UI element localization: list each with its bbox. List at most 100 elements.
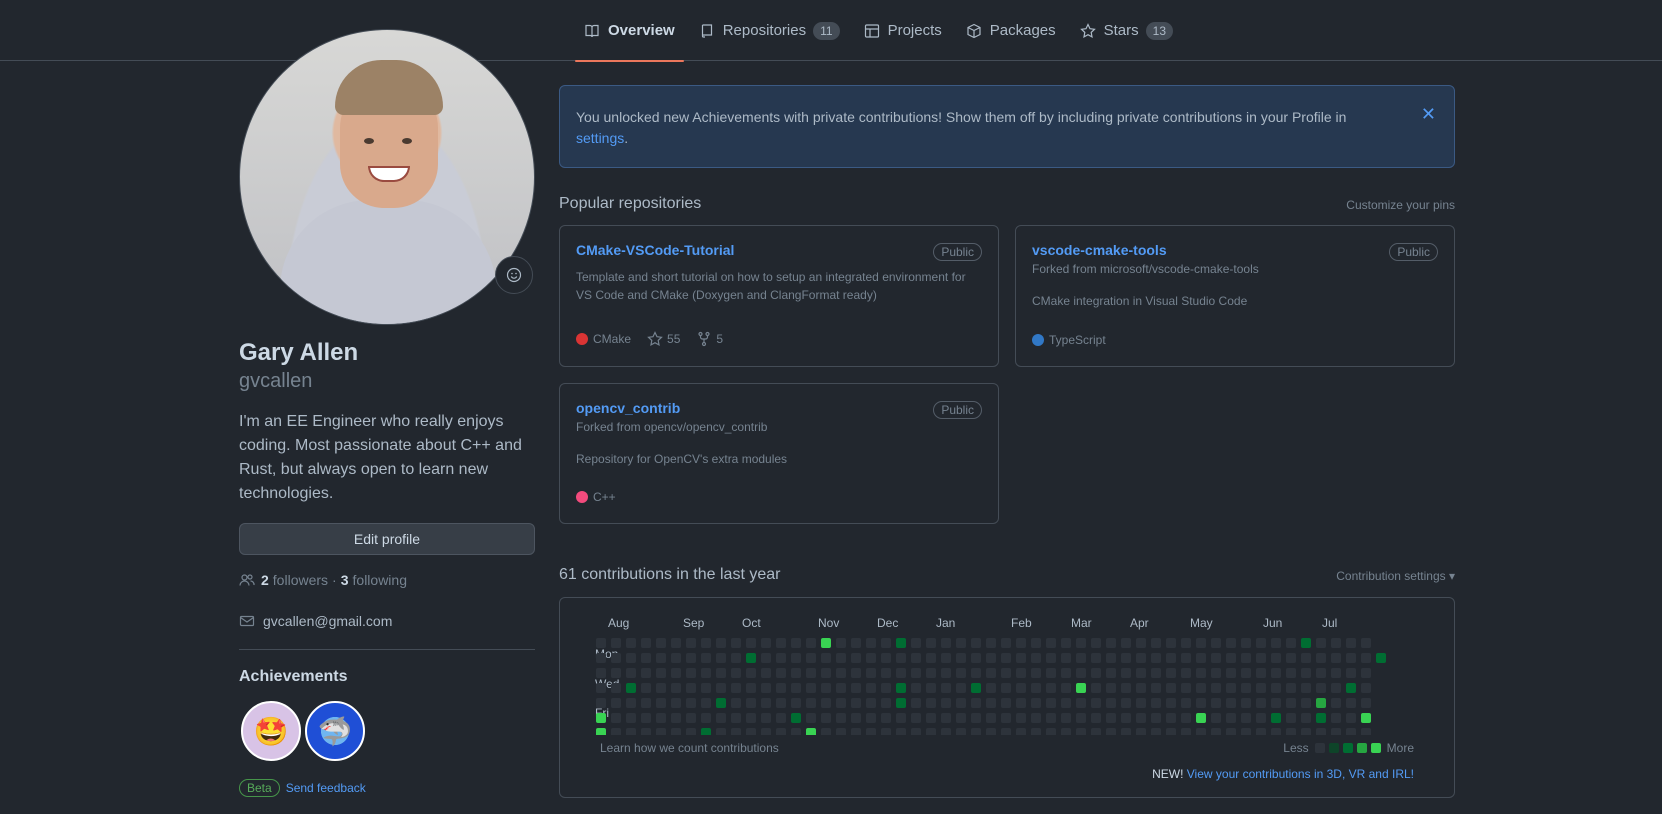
contribution-day[interactable] bbox=[761, 653, 771, 663]
contribution-day[interactable] bbox=[1346, 653, 1356, 663]
contribution-day[interactable] bbox=[761, 713, 771, 723]
contribution-day[interactable] bbox=[776, 638, 786, 648]
contribution-day[interactable] bbox=[941, 653, 951, 663]
contribution-day[interactable] bbox=[1316, 683, 1326, 693]
contribution-day[interactable] bbox=[1286, 668, 1296, 678]
contribution-day[interactable] bbox=[1331, 728, 1341, 735]
contribution-day[interactable] bbox=[1076, 698, 1086, 708]
tab-packages[interactable]: Packages bbox=[957, 0, 1065, 61]
contribution-day[interactable] bbox=[851, 713, 861, 723]
contribution-day[interactable] bbox=[926, 683, 936, 693]
contribution-day[interactable] bbox=[761, 668, 771, 678]
contribution-day[interactable] bbox=[596, 638, 606, 648]
contribution-day[interactable] bbox=[1046, 728, 1056, 735]
contribution-day[interactable] bbox=[1016, 713, 1026, 723]
contribution-day[interactable] bbox=[701, 698, 711, 708]
contribution-day[interactable] bbox=[776, 728, 786, 735]
contribution-day[interactable] bbox=[986, 728, 996, 735]
contribution-day[interactable] bbox=[1376, 653, 1386, 663]
contribution-day[interactable] bbox=[1316, 668, 1326, 678]
contribution-day[interactable] bbox=[881, 638, 891, 648]
learn-contributions-link[interactable]: Learn how we count contributions bbox=[600, 741, 779, 755]
contribution-day[interactable] bbox=[1256, 713, 1266, 723]
contribution-day[interactable] bbox=[1346, 728, 1356, 735]
contribution-day[interactable] bbox=[1331, 698, 1341, 708]
contribution-day[interactable] bbox=[776, 683, 786, 693]
contribution-day[interactable] bbox=[1091, 668, 1101, 678]
contribution-day[interactable] bbox=[911, 713, 921, 723]
contribution-day[interactable] bbox=[836, 713, 846, 723]
contribution-day[interactable] bbox=[821, 668, 831, 678]
contribution-day[interactable] bbox=[821, 653, 831, 663]
contribution-day[interactable] bbox=[881, 713, 891, 723]
contribution-day[interactable] bbox=[1361, 728, 1371, 735]
contribution-day[interactable] bbox=[836, 668, 846, 678]
contribution-day[interactable] bbox=[911, 698, 921, 708]
contribution-day[interactable] bbox=[1241, 683, 1251, 693]
contribution-day[interactable] bbox=[611, 698, 621, 708]
contribution-day[interactable] bbox=[776, 653, 786, 663]
contribution-day[interactable] bbox=[626, 713, 636, 723]
contribution-day[interactable] bbox=[1271, 683, 1281, 693]
contribution-day[interactable] bbox=[1301, 653, 1311, 663]
contribution-day[interactable] bbox=[641, 728, 651, 735]
contribution-day[interactable] bbox=[611, 668, 621, 678]
contribution-settings-dropdown[interactable]: Contribution settings ▾ bbox=[1336, 569, 1455, 583]
contribution-day[interactable] bbox=[1091, 653, 1101, 663]
followers-link[interactable]: 2 followers bbox=[261, 572, 328, 588]
contribution-day[interactable] bbox=[836, 683, 846, 693]
achievement-badge-pull-shark[interactable]: 🦈 bbox=[305, 701, 365, 761]
contribution-day[interactable] bbox=[791, 728, 801, 735]
contribution-day[interactable] bbox=[1271, 653, 1281, 663]
contribution-day[interactable] bbox=[671, 638, 681, 648]
tab-overview[interactable]: Overview bbox=[575, 0, 684, 62]
contribution-day[interactable] bbox=[671, 683, 681, 693]
contribution-day[interactable] bbox=[1136, 713, 1146, 723]
contribution-day[interactable] bbox=[1361, 668, 1371, 678]
forked-from[interactable]: Forked from opencv/opencv_contrib bbox=[576, 420, 982, 434]
contribution-day[interactable] bbox=[806, 713, 816, 723]
contribution-day[interactable] bbox=[671, 698, 681, 708]
contribution-day[interactable] bbox=[1121, 653, 1131, 663]
contribution-day[interactable] bbox=[1271, 638, 1281, 648]
contribution-day[interactable] bbox=[1061, 698, 1071, 708]
contribution-day[interactable] bbox=[761, 728, 771, 735]
contribution-day[interactable] bbox=[1241, 668, 1251, 678]
contribution-day[interactable] bbox=[1256, 668, 1266, 678]
contribution-day[interactable] bbox=[956, 698, 966, 708]
contribution-day[interactable] bbox=[1316, 638, 1326, 648]
contribution-day[interactable] bbox=[836, 698, 846, 708]
contribution-day[interactable] bbox=[971, 683, 981, 693]
contribution-day[interactable] bbox=[1166, 668, 1176, 678]
contribution-day[interactable] bbox=[1301, 683, 1311, 693]
contribution-day[interactable] bbox=[1226, 728, 1236, 735]
contribution-day[interactable] bbox=[686, 638, 696, 648]
contribution-day[interactable] bbox=[1001, 698, 1011, 708]
contribution-day[interactable] bbox=[1046, 713, 1056, 723]
contribution-day[interactable] bbox=[626, 653, 636, 663]
close-icon[interactable]: ✕ bbox=[1421, 104, 1436, 125]
contribution-day[interactable] bbox=[896, 668, 906, 678]
contribution-day[interactable] bbox=[1031, 698, 1041, 708]
contribution-day[interactable] bbox=[1271, 698, 1281, 708]
contribution-day[interactable] bbox=[1061, 683, 1071, 693]
contribution-day[interactable] bbox=[941, 683, 951, 693]
contribution-day[interactable] bbox=[926, 713, 936, 723]
contribution-day[interactable] bbox=[821, 698, 831, 708]
contribution-day[interactable] bbox=[731, 653, 741, 663]
contribution-day[interactable] bbox=[1181, 638, 1191, 648]
contribution-day[interactable] bbox=[1316, 698, 1326, 708]
contribution-day[interactable] bbox=[1076, 638, 1086, 648]
contribution-day[interactable] bbox=[1241, 653, 1251, 663]
contribution-day[interactable] bbox=[761, 698, 771, 708]
contribution-day[interactable] bbox=[626, 728, 636, 735]
contribution-day[interactable] bbox=[926, 653, 936, 663]
contribution-day[interactable] bbox=[1301, 638, 1311, 648]
contribution-day[interactable] bbox=[866, 698, 876, 708]
contribution-day[interactable] bbox=[1196, 683, 1206, 693]
contribution-day[interactable] bbox=[761, 638, 771, 648]
set-status-button[interactable] bbox=[495, 256, 533, 294]
contribution-day[interactable] bbox=[896, 713, 906, 723]
contribution-day[interactable] bbox=[1061, 668, 1071, 678]
contribution-day[interactable] bbox=[1256, 698, 1266, 708]
